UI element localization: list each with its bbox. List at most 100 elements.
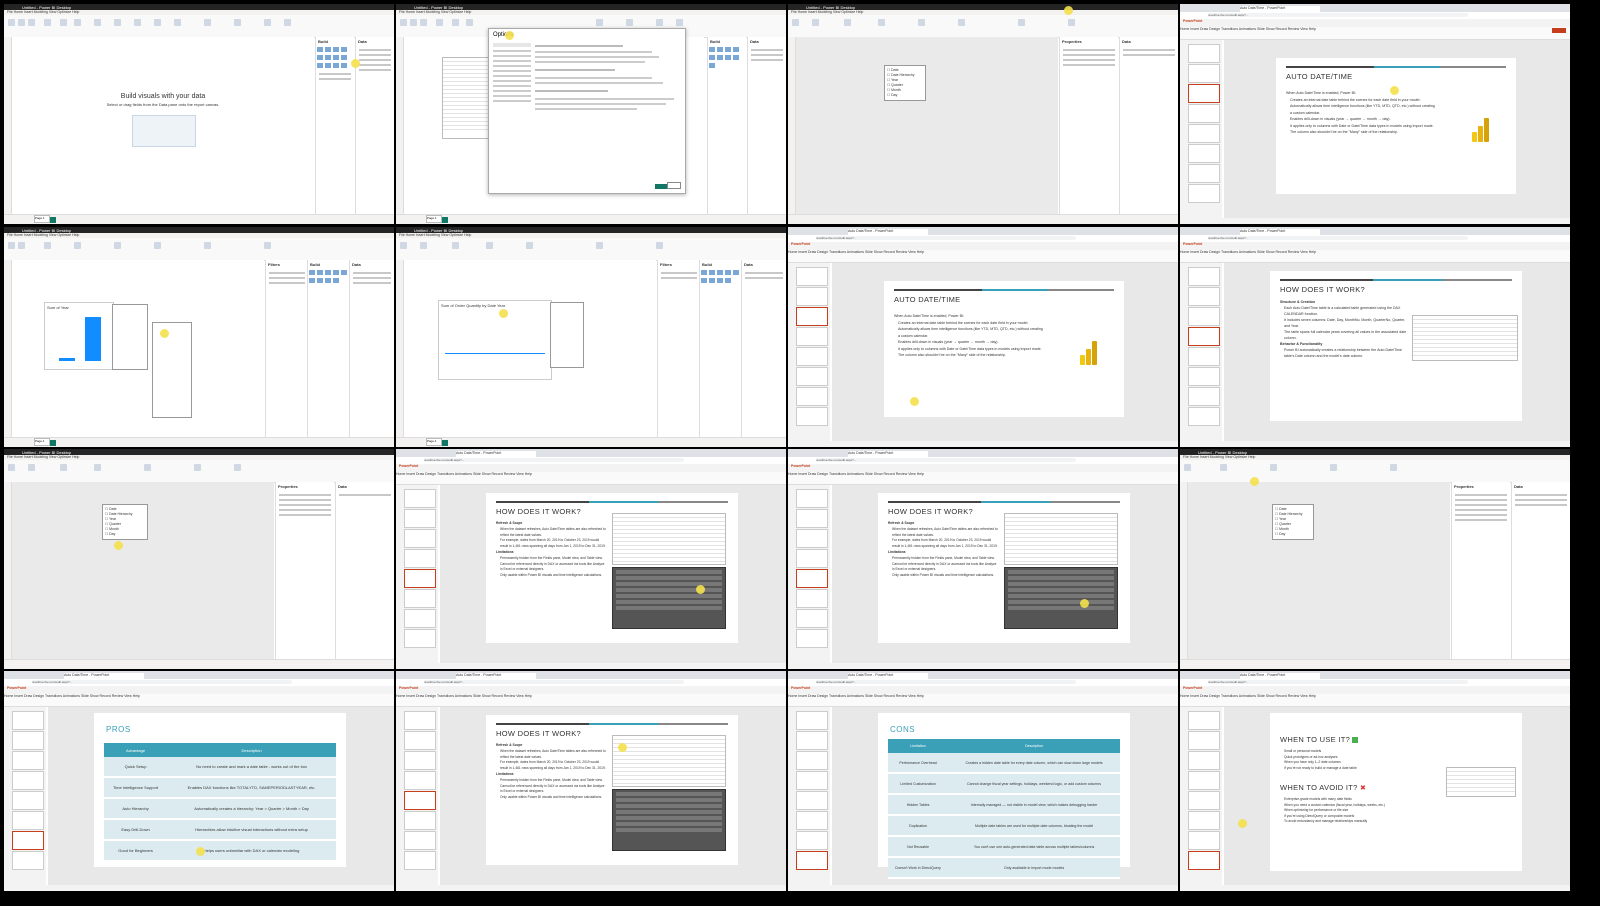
- visual-gallery[interactable]: [316, 46, 354, 70]
- ribbon[interactable]: [788, 15, 1178, 38]
- filters-pane[interactable]: Filters: [657, 260, 700, 437]
- browser-tab-strip[interactable]: Auto Date/Time - PowerPoint: [788, 449, 1178, 457]
- slide-thumbnails[interactable]: [788, 485, 830, 663]
- page-tab[interactable]: Page 1: [34, 438, 50, 446]
- chart-bar[interactable]: [59, 358, 75, 361]
- ribbon[interactable]: Home Insert Draw Design Transitions Anim…: [788, 472, 1178, 485]
- ribbon[interactable]: Home Insert Draw Design Transitions Anim…: [788, 694, 1178, 707]
- cancel-button[interactable]: [667, 182, 681, 189]
- ribbon[interactable]: Home Insert Draw Design Transitions Anim…: [1180, 250, 1570, 263]
- ribbon[interactable]: [4, 238, 394, 261]
- data-pane[interactable]: Data: [1119, 37, 1178, 214]
- share-button[interactable]: [1552, 28, 1566, 33]
- url-text[interactable]: onedrive.live.com/edit.aspx?...: [1208, 236, 1468, 240]
- browser-tab-strip[interactable]: Auto Date/Time - PowerPoint: [396, 671, 786, 679]
- slide-thumbnails[interactable]: [4, 707, 46, 885]
- browser-tab-strip[interactable]: Auto Date/Time - PowerPoint: [396, 449, 786, 457]
- chart-bar[interactable]: [85, 317, 101, 361]
- ok-button[interactable]: [655, 184, 667, 189]
- ribbon[interactable]: Home Insert Draw Design Transitions Anim…: [1180, 27, 1570, 40]
- add-page-button[interactable]: [442, 217, 448, 223]
- data-flyout[interactable]: [152, 322, 192, 418]
- build-pane[interactable]: Build: [315, 37, 354, 214]
- browser-tab-strip[interactable]: Auto Date/Time - PowerPoint: [788, 227, 1178, 235]
- view-switcher[interactable]: [4, 37, 12, 216]
- report-canvas[interactable]: Sum of Order Quantity by Date Year: [404, 260, 656, 437]
- build-pane[interactable]: Build: [707, 37, 746, 214]
- data-pane[interactable]: Data: [741, 260, 786, 437]
- data-pane[interactable]: Data: [1511, 482, 1570, 659]
- build-pane[interactable]: Build: [699, 260, 742, 437]
- ribbon[interactable]: Home Insert Draw Design Transitions Anim…: [788, 250, 1178, 263]
- suggest-visual-panel[interactable]: [550, 302, 584, 368]
- slide-thumbnails[interactable]: [788, 707, 830, 885]
- line-chart[interactable]: Sum of Order Quantity by Date Year: [438, 300, 552, 380]
- ribbon[interactable]: Home Insert Draw Design Transitions Anim…: [1180, 694, 1570, 707]
- url-text[interactable]: onedrive.live.com/edit.aspx?...: [32, 680, 292, 684]
- view-switcher[interactable]: [788, 37, 796, 216]
- slide-thumbnails[interactable]: [788, 263, 830, 441]
- browser-tab-strip[interactable]: Auto Date/Time - PowerPoint: [788, 671, 1178, 679]
- options-nav[interactable]: [493, 41, 531, 105]
- slide-thumbnails[interactable]: [1180, 40, 1222, 218]
- add-page-button[interactable]: [50, 217, 56, 223]
- browser-tab-strip[interactable]: Auto Date/Time - PowerPoint: [1180, 671, 1570, 679]
- date-table-card[interactable]: DateDate HierarchyYearQuarterMonthDay: [102, 504, 148, 540]
- options-dialog[interactable]: Options: [488, 28, 686, 194]
- add-page-button[interactable]: [442, 440, 448, 446]
- slide-thumbnails[interactable]: [1180, 263, 1222, 441]
- ribbon[interactable]: [4, 15, 394, 38]
- report-canvas[interactable]: Sum of Year: [12, 260, 264, 437]
- ribbon[interactable]: Home Insert Draw Design Transitions Anim…: [396, 472, 786, 485]
- ribbon[interactable]: [4, 460, 394, 483]
- slide-thumbnails[interactable]: [1180, 707, 1222, 885]
- data-pane[interactable]: Data: [335, 482, 394, 659]
- data-pane[interactable]: Data: [355, 37, 394, 214]
- model-canvas[interactable]: DateDate HierarchyYearQuarterMonthDay: [1188, 482, 1450, 659]
- page-tab[interactable]: Page 1: [426, 215, 442, 223]
- url-text[interactable]: onedrive.live.com/edit.aspx?...: [1208, 680, 1468, 684]
- view-switcher[interactable]: [396, 260, 404, 439]
- slide-thumbnails[interactable]: [396, 485, 438, 663]
- data-pane[interactable]: Data: [349, 260, 394, 437]
- table-visual[interactable]: [442, 57, 494, 139]
- browser-tab-strip[interactable]: Auto Date/Time - PowerPoint: [1180, 227, 1570, 235]
- page-tab[interactable]: Page 1: [426, 438, 442, 446]
- model-canvas[interactable]: DateDate HierarchyYearQuarterMonthDay: [12, 482, 274, 659]
- page-tab[interactable]: Page 1: [34, 215, 50, 223]
- suggest-visual-panel[interactable]: [112, 304, 148, 370]
- app-bar: PowerPoint: [1180, 686, 1570, 694]
- browser-tab-strip[interactable]: Auto Date/Time - PowerPoint: [1180, 4, 1570, 12]
- filters-pane[interactable]: Filters: [265, 260, 308, 437]
- url-text[interactable]: onedrive.live.com/edit.aspx?...: [816, 458, 1076, 462]
- date-table-card[interactable]: DateDate HierarchyYearQuarterMonthDay: [884, 65, 926, 101]
- properties-pane[interactable]: Properties: [1451, 482, 1510, 659]
- url-text[interactable]: onedrive.live.com/edit.aspx?...: [816, 236, 1076, 240]
- ribbon[interactable]: Home Insert Draw Design Transitions Anim…: [396, 694, 786, 707]
- url-text[interactable]: onedrive.live.com/edit.aspx?...: [424, 680, 684, 684]
- ribbon[interactable]: [396, 238, 786, 261]
- data-pane[interactable]: Data: [747, 37, 786, 214]
- report-canvas[interactable]: Build visuals with your data Select or d…: [12, 37, 314, 214]
- url-text[interactable]: onedrive.live.com/edit.aspx?...: [1208, 13, 1468, 17]
- url-text[interactable]: onedrive.live.com/edit.aspx?...: [816, 680, 1076, 684]
- model-canvas[interactable]: DateDate HierarchyYearQuarterMonthDay: [796, 37, 1058, 214]
- properties-pane-title: Properties: [1454, 484, 1474, 489]
- browser-tab-strip[interactable]: Auto Date/Time - PowerPoint: [4, 671, 394, 679]
- options-body[interactable]: [535, 41, 681, 113]
- date-table-card[interactable]: DateDate HierarchyYearQuarterMonthDay: [1272, 504, 1314, 540]
- ribbon[interactable]: Home Insert Draw Design Transitions Anim…: [4, 694, 394, 707]
- column-chart[interactable]: Sum of Year: [44, 302, 114, 370]
- build-pane[interactable]: Build: [307, 260, 350, 437]
- view-switcher[interactable]: [4, 482, 12, 661]
- url-text[interactable]: onedrive.live.com/edit.aspx?...: [424, 458, 684, 462]
- ribbon[interactable]: [1180, 460, 1570, 483]
- properties-pane[interactable]: Properties: [275, 482, 334, 659]
- add-page-button[interactable]: [50, 440, 56, 446]
- view-switcher[interactable]: [1180, 482, 1188, 661]
- status-bar: [4, 659, 394, 669]
- view-switcher[interactable]: [396, 37, 404, 216]
- properties-pane[interactable]: Properties: [1059, 37, 1118, 214]
- slide-thumbnails[interactable]: [396, 707, 438, 885]
- view-switcher[interactable]: [4, 260, 12, 439]
